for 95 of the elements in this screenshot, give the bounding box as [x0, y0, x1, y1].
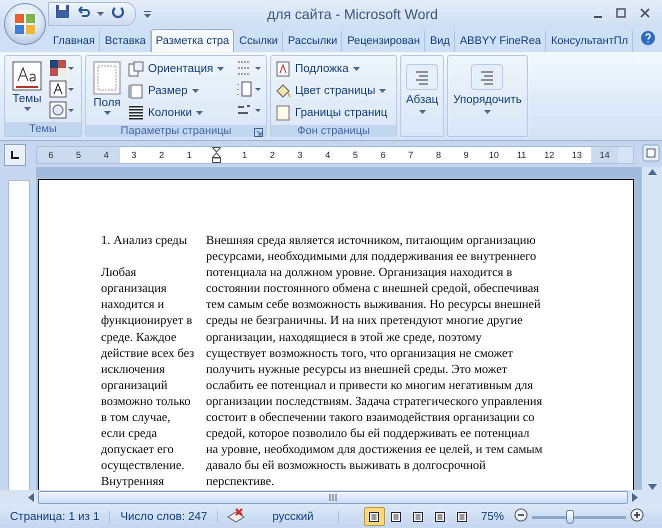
scroll-left-icon	[28, 493, 34, 502]
window-title: для сайта - Microsoft Word	[266, 6, 439, 22]
watermark-icon	[275, 60, 291, 76]
ribbon-command[interactable]: Размер	[128, 81, 224, 100]
caret-icon	[144, 11, 151, 18]
columns-icon	[128, 104, 144, 120]
themes-icon	[12, 61, 42, 91]
breaks-icon	[236, 59, 262, 77]
office-button[interactable]	[4, 3, 46, 45]
caret-icon	[418, 110, 426, 114]
grip-icon	[328, 494, 338, 501]
ruler-number: 6	[47, 150, 54, 160]
group-title-text: Фон страницы	[297, 125, 370, 137]
redo-icon	[110, 4, 125, 19]
ruler-number: 4	[102, 150, 110, 160]
ruler-number: 2	[268, 150, 276, 160]
caret-icon	[217, 66, 224, 70]
ribbon-command[interactable]: Подложка	[275, 59, 388, 78]
undo-icon	[76, 4, 91, 19]
page-size-icon	[128, 82, 144, 98]
minus-icon	[514, 508, 528, 522]
ruler-number: 1	[241, 150, 248, 160]
themes-button[interactable]: Темы	[9, 59, 45, 119]
ruler-number: 14	[598, 150, 611, 160]
caret-icon	[104, 111, 110, 115]
theme-colors-icon	[49, 59, 75, 77]
ruler-number: 12	[543, 150, 556, 160]
tab-stop-icon	[11, 151, 19, 159]
page-borders-icon	[275, 104, 291, 120]
outline-icon	[434, 510, 446, 522]
scroll-up-icon	[648, 169, 656, 175]
ruler-number: 4	[324, 150, 332, 160]
caret-icon	[97, 12, 104, 16]
ruler-number: 5	[352, 150, 359, 160]
ruler-number: 3	[296, 150, 304, 160]
margins-button[interactable]: Поля	[90, 59, 124, 122]
caret-icon	[24, 107, 30, 111]
scroll-right-icon	[632, 493, 638, 502]
zoom-level[interactable]: 75%	[480, 510, 514, 522]
page-count[interactable]: Страница: 1 из 1	[0, 510, 110, 522]
ruler-number: 5	[75, 150, 82, 160]
ruler-number: 6	[380, 150, 387, 160]
ribbon-command[interactable]: Границы страниц	[275, 103, 388, 122]
reading-layout-icon	[390, 510, 402, 522]
proofing-book-icon	[226, 507, 246, 523]
draft-icon	[456, 510, 468, 522]
ribbon-tab[interactable]: Разметка стра	[150, 29, 234, 52]
caret-icon	[352, 66, 360, 70]
collapsed-group-button[interactable]: Упорядочить	[447, 55, 528, 137]
caret-icon	[196, 110, 203, 114]
save-icon	[55, 4, 70, 19]
horizontal-scrollbar[interactable]	[0, 490, 662, 505]
caret-icon	[484, 110, 491, 114]
table-cell-paragraph: 1. Анализ среды	[101, 232, 188, 248]
tab-selector[interactable]	[4, 144, 26, 166]
theme-fonts-icon	[49, 80, 75, 98]
margins-icon	[93, 61, 121, 95]
caret-icon	[192, 88, 199, 92]
ribbon-command[interactable]: Цвет страницы	[275, 81, 388, 100]
caret-icon	[379, 88, 386, 92]
ruler-number: 11	[516, 150, 528, 160]
ruler-number: 1	[186, 150, 193, 160]
plus-icon	[630, 508, 644, 522]
print-layout-icon	[368, 510, 380, 522]
office-logo-icon	[14, 13, 36, 35]
theme-effects-icon	[49, 101, 75, 119]
line-numbers-icon	[236, 80, 262, 98]
paragraph-icon	[406, 64, 438, 90]
group-title-text: Параметры страницы	[120, 125, 232, 137]
minimize-icon	[594, 16, 602, 18]
ruler-number: 3	[130, 150, 138, 160]
ruler-number: 10	[488, 150, 500, 160]
collapsed-group-button[interactable]: Абзац	[400, 55, 444, 137]
group-title: Темы	[5, 122, 81, 136]
ruler-number: 7	[407, 150, 414, 160]
dialog-launcher-icon	[254, 128, 263, 137]
language-indicator[interactable]: русский	[254, 510, 339, 522]
table-cell-paragraph: Внешняя среда является источником, питающим организацию ресурсами, необходимыми для поддерживания ее внутреннего потенциала на должном уровне. Организация находится в состоянии постоянного обмена с внешней средой, обеспечивая тем самым себе возможность выживания. Но ресурсы внешней среды не безграничны. И на них претендуют многие другие организации, находящиеся в этой же среде, поэтому существует возможность того, что организация не сможет получить нужные ресурсы из внешней среды. Это может ослабить ее потенциал и привести ко многим негативным для организации последствиям. Задача стратегического управления состоит в обеспечении такого взаимодействия организации со средой, которое позволило бы ей поддерживать ее потенциал на уровне, необходимом для достижения ее целей, и тем самым давало бы ей возможность выживать в долгосрочной перспективе.	[206, 232, 542, 490]
ruler-toggle-icon	[642, 144, 660, 162]
ruler-number: 9	[462, 150, 470, 160]
ruler-number: 8	[434, 150, 442, 160]
close-icon	[640, 8, 650, 18]
ribbon-command[interactable]: Колонки	[128, 103, 224, 122]
web-layout-icon	[412, 510, 424, 522]
help-icon	[640, 30, 656, 46]
word-count[interactable]: Число слов: 247	[110, 510, 218, 522]
maximize-icon	[616, 8, 626, 18]
page-orientation-icon	[128, 60, 144, 76]
ribbon-command[interactable]: Ориентация	[128, 59, 224, 78]
view-mode-button[interactable]	[364, 507, 385, 526]
ruler-number: 13	[570, 150, 583, 160]
ruler-number: 2	[158, 150, 166, 160]
vertical-scrollbar[interactable]	[641, 167, 662, 490]
paint-bucket-icon	[275, 82, 291, 98]
table-cell-paragraph: Любая организация находится и функционирует в среде. Каждое действие всех без исключения организаций возможно только в том случае, если среда допускает его осуществление. Внутренняя	[101, 264, 196, 490]
